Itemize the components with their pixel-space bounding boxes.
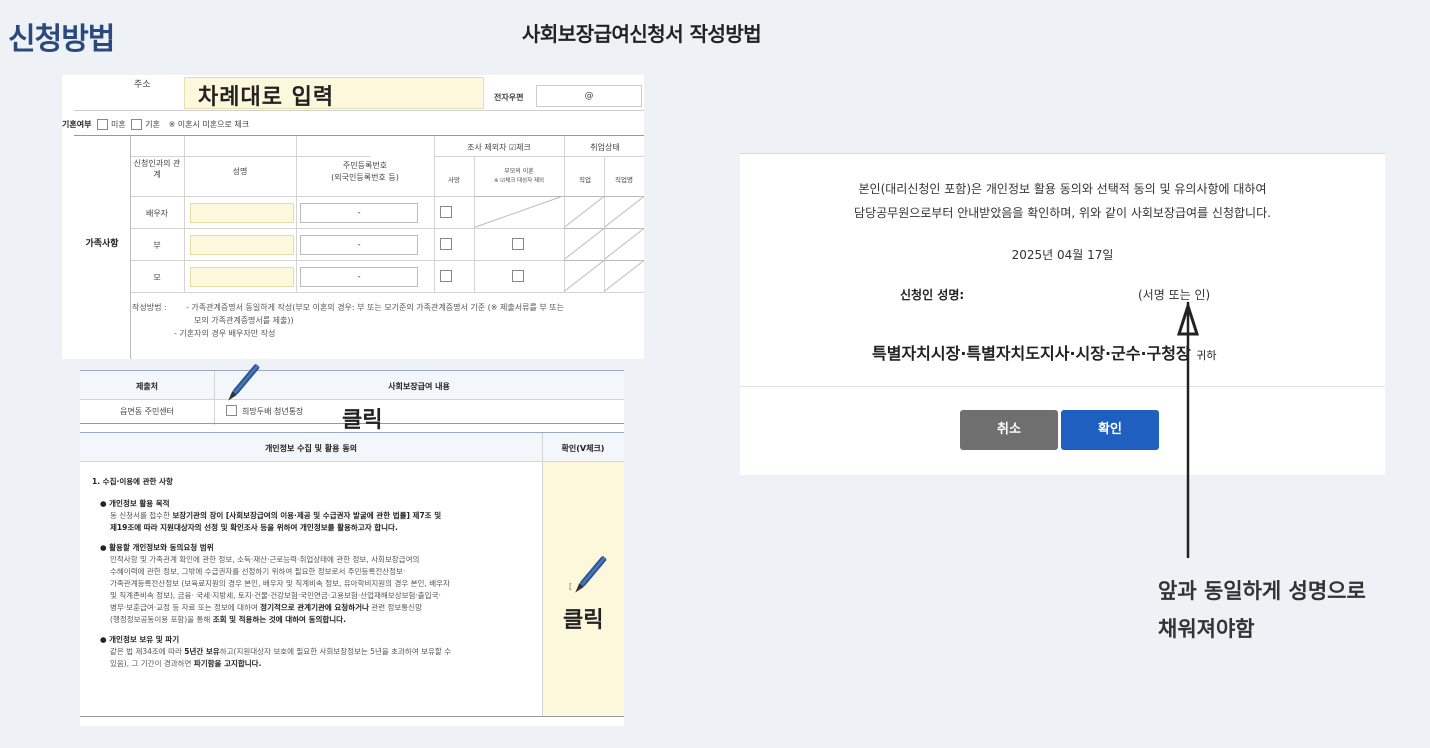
email-input[interactable]: @ bbox=[536, 85, 642, 107]
retention-line2b: 파기함을 고지합니다. bbox=[193, 659, 262, 668]
marital-status-row: 기혼여부 미혼 기혼 ※ 이혼시 미혼으로 체크 bbox=[62, 119, 644, 133]
scope-line5b: 정기적으로 관계기관에 요청하거나 bbox=[260, 603, 369, 612]
retention-line1a: 같은 법 제34조에 따라 bbox=[110, 647, 185, 656]
note-label: 작성방법 : bbox=[132, 303, 167, 312]
family-form-panel: 주소 차례대로 입력 전자우편 @ 기혼여부 미혼 기혼 ※ 이혼시 미혼으로 … bbox=[62, 75, 644, 359]
spouse-death-checkbox[interactable] bbox=[440, 206, 452, 218]
benefit-checkbox[interactable] bbox=[226, 405, 237, 416]
consent-click-hint: 클릭 bbox=[563, 608, 604, 633]
scope-line6a: (행정정보공동이용 포함)을 통해 bbox=[110, 615, 213, 624]
consent-body: 1. 수집·이용에 관한 사항 ● 개인정보 활용 목적 동 신청서를 접수한 … bbox=[80, 462, 542, 716]
address-label: 주소 bbox=[134, 80, 151, 90]
purpose-line1a: 동 신청서를 접수한 bbox=[110, 511, 173, 520]
family-note: - 가족관계증명서 동일하게 작성(부모 이혼의 경우: 부 또는 모기준의 가… bbox=[174, 301, 642, 340]
dialog-statement-line1: 본인(대리신청인 포함)은 개인정보 활용 동의와 선택적 동의 및 유의사항에… bbox=[858, 182, 1267, 196]
consent-check-cell[interactable]: [ 클릭 bbox=[542, 462, 624, 716]
recipient-title: 특별자치시장·특별자치도지사·시장·군수·구청장 귀하 bbox=[872, 344, 1217, 363]
family-section-label: 가족사항 bbox=[85, 239, 119, 249]
family-note-line3: - 기혼자의 경우 배우자만 작성 bbox=[174, 329, 276, 338]
single-label: 미혼 bbox=[111, 120, 126, 129]
annotation-line1: 앞과 동일하게 성명으로 bbox=[1158, 579, 1366, 603]
address-row: 주소 차례대로 입력 전자우편 @ bbox=[74, 75, 644, 111]
mother-rrn-input[interactable]: - bbox=[300, 267, 418, 287]
retention-title: ● 개인정보 보유 및 파기 bbox=[100, 635, 180, 644]
spouse-rrn-input[interactable]: - bbox=[300, 203, 418, 223]
marital-note: ※ 이혼시 미혼으로 체크 bbox=[168, 120, 250, 129]
exclude-header: 조사 제외자 ☑체크 bbox=[467, 143, 531, 152]
divorce-subheader: ※ ☑체크 대상자 제외 bbox=[493, 178, 545, 184]
family-note-line1: - 가족관계증명서 동일하게 작성(부모 이혼의 경우: 부 또는 모기준의 가… bbox=[186, 303, 564, 312]
relation-header: 신청인과의 관계 bbox=[133, 159, 181, 179]
purpose-title: ● 개인정보 활용 목적 bbox=[100, 499, 170, 508]
married-checkbox[interactable] bbox=[131, 119, 143, 130]
benefit-column-header: 사회보장급여 내용 bbox=[388, 382, 450, 391]
name-header: 성명 bbox=[232, 167, 248, 176]
rrn-header: 주민등록번호 bbox=[342, 161, 388, 170]
mother-death-checkbox[interactable] bbox=[440, 270, 452, 282]
cancel-button[interactable]: 취소 bbox=[960, 410, 1058, 450]
benefit-value: 희망두배 청년통장 bbox=[242, 407, 304, 416]
consent-title: 개인정보 수집 및 활용 동의 bbox=[264, 444, 358, 453]
single-checkbox[interactable] bbox=[97, 119, 108, 130]
married-label: 기혼 bbox=[145, 120, 161, 129]
relation-spouse: 배우자 bbox=[145, 209, 169, 218]
relation-mother: 모 bbox=[153, 273, 161, 282]
address-hint: 차례대로 입력 bbox=[198, 85, 335, 110]
annotation-line2: 채워져야함 bbox=[1158, 617, 1255, 641]
page-heading: 사회보장급여신청서 작성방법 bbox=[522, 22, 762, 46]
marital-label: 기혼여부 bbox=[62, 120, 92, 129]
retention-line2a: 있음), 그 기간이 경과하면 bbox=[110, 659, 194, 668]
purpose-line1b: 보장기관의 장이 [사회보장급여의 이용·제공 및 수급권자 발굴에 관한 법률… bbox=[172, 511, 442, 520]
job-name-header: 직업명 bbox=[615, 176, 633, 184]
father-name-input[interactable] bbox=[190, 235, 294, 255]
scope-line3: 가족관계등록전산정보 (보육료지원의 경우 본인, 배우자 및 직계비속 정보,… bbox=[110, 579, 450, 588]
dialog-date: 2025년 04월 17일 bbox=[1011, 248, 1114, 262]
confirmation-dialog: 본인(대리신청인 포함)은 개인정보 활용 동의와 선택적 동의 및 유의사항에… bbox=[740, 153, 1385, 475]
consent-section-1: 1. 수집·이용에 관한 사항 bbox=[92, 477, 173, 486]
divorce-header: 부모의 이혼 bbox=[504, 168, 534, 175]
email-label: 전자우편 bbox=[494, 93, 524, 102]
office-value: 읍면동 주민센터 bbox=[119, 407, 175, 416]
dialog-statement-line2: 담당공무원으로부터 안내받았음을 확인하며, 위와 같이 사회보장급여를 신청합… bbox=[854, 206, 1271, 220]
family-note-line2: 모의 가족관계증명서를 제출)) bbox=[194, 316, 294, 325]
father-divorce-checkbox[interactable] bbox=[512, 238, 524, 250]
scope-line1: 인적사항 및 가족관계 확인에 관한 정보, 소득·재산·근로능력·취업상태에 … bbox=[110, 555, 420, 564]
mother-divorce-checkbox[interactable] bbox=[512, 270, 524, 282]
father-rrn-input[interactable]: - bbox=[300, 235, 418, 255]
death-header: 사망 bbox=[448, 176, 460, 184]
page-title: 신청방법 bbox=[8, 22, 115, 57]
rrn-subheader: (외국인등록번호 등) bbox=[331, 173, 399, 182]
submission-panel: 제출처 사회보장급여 내용 읍면동 주민센터 희망두배 청년통장 클릭 개인정보… bbox=[80, 363, 624, 726]
family-table: 가족사항 신청인과의 관계 성명 주민등록번호 (외국인등록번호 등) 조사 제… bbox=[74, 135, 644, 359]
scope-line2: 수혜이력에 관한 정보, 그밖에 수급권자를 선정하기 위하여 필요한 정보로서… bbox=[110, 567, 406, 576]
annotation-note: 앞과 동일하게 성명으로 채워져야함 bbox=[1158, 572, 1418, 648]
arrow-up-icon bbox=[1176, 301, 1200, 558]
applicant-name-label: 신청인 성명: bbox=[900, 288, 965, 302]
consent-check-header: 확인(V체크) bbox=[561, 444, 605, 453]
scope-line6b: 조회 및 적용하는 것에 대하여 동의합니다. bbox=[212, 615, 346, 624]
retention-line1b: 5년간 보유 bbox=[184, 647, 220, 656]
scope-title: ● 활용할 개인정보와 동의요청 범위 bbox=[100, 543, 214, 552]
consent-header: 개인정보 수집 및 활용 동의 확인(V체크) bbox=[80, 432, 624, 463]
mother-name-input[interactable] bbox=[190, 267, 294, 287]
purpose-line2: 제19조에 따라 지원대상자의 선정 및 확인조사 등을 위하여 개인정보를 활… bbox=[110, 523, 398, 532]
retention-line1c: 하고(지원대상자 보호에 필요한 사회보장정보는 5년을 초과하여 보유할 수 bbox=[219, 647, 452, 656]
office-column-header: 제출처 bbox=[135, 382, 159, 391]
relation-father: 부 bbox=[153, 241, 161, 250]
submission-header: 제출처 사회보장급여 내용 bbox=[80, 370, 624, 425]
scope-line5a: 병무·보훈급여·교정 등 자료 또는 정보에 대하여 bbox=[110, 603, 261, 612]
employment-header: 취업상태 bbox=[590, 143, 620, 152]
confirm-button[interactable]: 확인 bbox=[1061, 410, 1159, 450]
benefit-click-hint: 클릭 bbox=[342, 408, 383, 433]
spouse-name-input[interactable] bbox=[190, 203, 294, 223]
consent-pen-icon bbox=[571, 554, 608, 596]
scope-line4: 및 직계존비속 정보), 금융· 국세·지방세, 토지·건물·건강보험·국민연금… bbox=[110, 591, 441, 600]
employed-header: 직업 bbox=[579, 176, 591, 184]
scope-line5c: 관련 정보통신망 bbox=[368, 603, 422, 612]
father-death-checkbox[interactable] bbox=[440, 238, 452, 250]
